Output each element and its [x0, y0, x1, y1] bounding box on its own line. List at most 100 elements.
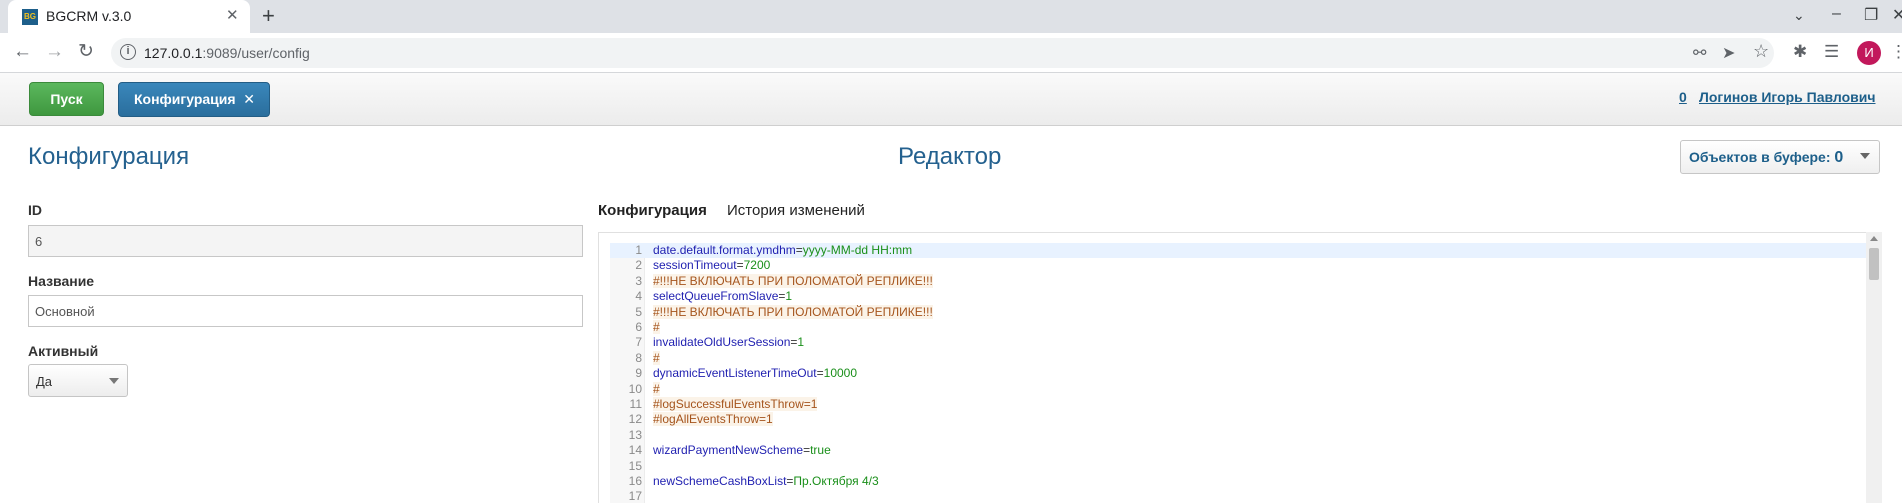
chevron-down-icon: [109, 378, 119, 384]
line-number: 2: [635, 258, 642, 273]
forward-arrow-icon[interactable]: →: [45, 41, 64, 63]
code-line[interactable]: 1 date.default.format.ymdhm=yyyy-MM-dd HH…: [610, 243, 1866, 258]
config-tab-label: Конфигурация: [134, 91, 236, 107]
line-number: 17: [628, 489, 642, 503]
config-key: invalidateOldUserSession: [653, 335, 791, 350]
line-number: 4: [635, 289, 642, 304]
editor-scrollbar[interactable]: [1866, 232, 1882, 503]
code-line[interactable]: 6 #: [610, 320, 1866, 335]
config-tab-close-icon[interactable]: ✕: [243, 83, 255, 116]
restore-icon[interactable]: ❐: [1864, 5, 1878, 25]
line-number: 9: [635, 366, 642, 381]
line-number: 6: [635, 320, 642, 334]
code-line[interactable]: 9 dynamicEventListenerTimeOut=10000: [610, 366, 1866, 381]
config-key: selectQueueFromSlave: [653, 289, 779, 304]
line-number: 11: [629, 397, 642, 411]
line-text: #!!!НЕ ВКЛЮЧАТЬ ПРИ ПОЛОМАТОЙ РЕПЛИКЕ!!!: [653, 304, 933, 320]
tab-title: BGCRM v.3.0: [46, 8, 132, 24]
buffer-label-text: Объектов в буфере:: [1689, 149, 1835, 165]
site-info-icon[interactable]: i: [120, 44, 136, 60]
active-select[interactable]: Да: [28, 364, 128, 397]
code-line[interactable]: 11 #logSuccessfulEventsThrow=1: [610, 397, 1866, 412]
code-line[interactable]: 10 #: [610, 381, 1866, 397]
name-label: Название: [28, 273, 95, 289]
active-select-value: Да: [36, 374, 53, 389]
buffer-count: 0: [1834, 149, 1844, 166]
code-editor[interactable]: 1 date.default.format.ymdhm=yyyy-MM-dd HH…: [610, 243, 1866, 503]
line-text: dynamicEventListenerTimeOut=10000: [653, 366, 857, 381]
page-title: Конфигурация: [28, 143, 190, 170]
line-number: 1: [635, 243, 642, 257]
app-top-bar: [0, 73, 1902, 126]
key-icon[interactable]: ⚯: [1693, 43, 1706, 63]
code-line[interactable]: 2 sessionTimeout=7200: [610, 258, 1866, 273]
address-bar[interactable]: [111, 38, 1774, 68]
new-tab-button[interactable]: +: [262, 3, 275, 29]
tab-configuration[interactable]: Конфигурация: [598, 202, 707, 219]
line-text: sessionTimeout=7200: [653, 258, 770, 273]
extensions-icon[interactable]: ✱: [1793, 42, 1807, 62]
line-number: 13: [628, 427, 642, 442]
url-path: :9089/user/config: [202, 45, 310, 61]
active-label: Активный: [28, 343, 99, 359]
config-key: dynamicEventListenerTimeOut: [653, 366, 817, 381]
reload-icon[interactable]: ↻: [78, 40, 94, 63]
star-icon[interactable]: ☆: [1753, 41, 1769, 62]
config-comment: #: [653, 320, 660, 334]
config-value: yyyy-MM-dd HH:mm: [802, 243, 913, 257]
line-number: 15: [628, 458, 642, 473]
config-comment: #logAllEventsThrow=1: [653, 412, 773, 427]
close-window-icon[interactable]: ✕: [1892, 5, 1902, 25]
code-line[interactable]: 12 #logAllEventsThrow=1: [610, 412, 1866, 427]
config-comment: #logSuccessfulEventsThrow=1: [653, 397, 818, 411]
code-line[interactable]: 13: [610, 428, 1866, 443]
line-text: #!!!НЕ ВКЛЮЧАТЬ ПРИ ПОЛОМАТОЙ РЕПЛИКЕ!!!: [653, 273, 933, 289]
url-text[interactable]: 127.0.0.1:9089/user/config: [144, 45, 310, 61]
code-line[interactable]: 7 invalidateOldUserSession=1: [610, 335, 1866, 350]
name-field[interactable]: [28, 295, 583, 327]
favicon-icon: BG: [22, 9, 38, 25]
config-value: 1: [785, 289, 793, 304]
send-icon[interactable]: ➤: [1722, 43, 1735, 63]
line-text: #logAllEventsThrow=1: [653, 412, 773, 427]
profile-avatar[interactable]: И: [1857, 41, 1881, 65]
tab-close-icon[interactable]: ✕: [226, 6, 239, 24]
config-value: 10000: [823, 366, 858, 381]
line-number: 10: [628, 381, 642, 396]
minimize-icon[interactable]: –: [1832, 5, 1841, 23]
user-name-link[interactable]: Логинов Игорь Павлович: [1699, 89, 1876, 105]
config-value: true: [810, 443, 831, 458]
browser-tab[interactable]: BG BGCRM v.3.0 ✕: [8, 0, 250, 33]
line-text: invalidateOldUserSession=1: [653, 335, 804, 350]
code-line[interactable]: 14 wizardPaymentNewScheme=true: [610, 443, 1866, 458]
line-number: 5: [635, 304, 642, 319]
config-key: date.default.format.ymdhm: [653, 243, 796, 257]
start-button[interactable]: Пуск: [29, 82, 104, 116]
menu-icon[interactable]: ⋮: [1890, 42, 1902, 62]
line-number: 7: [635, 335, 642, 350]
buffer-label: Объектов в буфере: 0: [1689, 149, 1843, 167]
tab-change-history[interactable]: История изменений: [727, 202, 865, 219]
code-line[interactable]: 8 #: [610, 350, 1866, 366]
line-number: 14: [628, 443, 642, 458]
scroll-up-icon[interactable]: [1870, 236, 1878, 241]
code-line[interactable]: 16 newSchemeCashBoxList=Пр.Октября 4/3: [610, 474, 1866, 489]
line-text: date.default.format.ymdhm=yyyy-MM-dd HH:…: [653, 243, 912, 258]
scrollbar-thumb[interactable]: [1869, 248, 1879, 280]
tab-search-icon[interactable]: ⌄: [1793, 7, 1805, 24]
back-arrow-icon[interactable]: ←: [13, 41, 32, 63]
code-line[interactable]: 5 #!!!НЕ ВКЛЮЧАТЬ ПРИ ПОЛОМАТОЙ РЕПЛИКЕ!!…: [610, 304, 1866, 320]
buffer-dropdown[interactable]: Объектов в буфере: 0: [1680, 140, 1880, 174]
config-comment: #: [653, 350, 660, 365]
code-line[interactable]: 3 #!!!НЕ ВКЛЮЧАТЬ ПРИ ПОЛОМАТОЙ РЕПЛИКЕ!!…: [610, 273, 1866, 289]
browser-tab-strip: [0, 0, 1902, 33]
line-number: 8: [635, 350, 642, 365]
config-comment: #!!!НЕ ВКЛЮЧАТЬ ПРИ ПОЛОМАТОЙ РЕПЛИКЕ!!!: [653, 273, 933, 288]
code-line[interactable]: 17: [610, 489, 1866, 503]
config-tab-button[interactable]: Конфигурация ✕: [118, 82, 270, 117]
code-line[interactable]: 4 selectQueueFromSlave=1: [610, 289, 1866, 304]
user-notification-count[interactable]: 0: [1679, 89, 1687, 105]
id-field[interactable]: [28, 225, 583, 257]
media-icon[interactable]: ☰: [1824, 42, 1839, 62]
code-line[interactable]: 15: [610, 459, 1866, 474]
